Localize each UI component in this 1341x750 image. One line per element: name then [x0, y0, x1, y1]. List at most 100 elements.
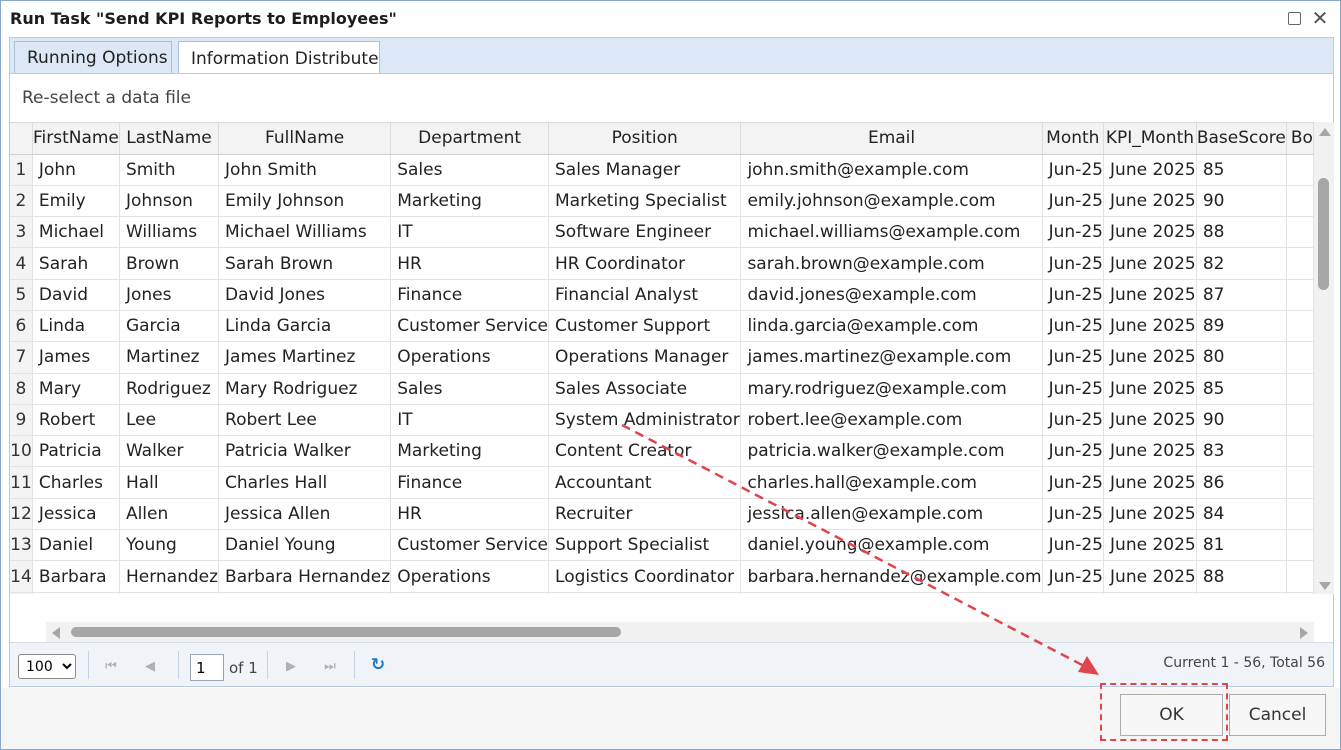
previous-page-button[interactable]: ◀	[139, 655, 161, 677]
table-cell[interactable]: Daniel Young	[218, 529, 392, 562]
table-cell[interactable]: james.martinez@example.com	[740, 341, 1043, 374]
table-cell[interactable]: john.smith@example.com	[740, 154, 1043, 186]
table-cell[interactable]: Customer Service	[390, 529, 550, 562]
table-cell[interactable]: Linda	[32, 310, 120, 343]
table-cell[interactable]	[1286, 466, 1314, 499]
table-cell[interactable]: Jun-25	[1042, 279, 1105, 311]
table-cell[interactable]: Jun-25	[1042, 498, 1105, 531]
cancel-button[interactable]: Cancel	[1229, 694, 1326, 736]
table-cell[interactable]: Martinez	[119, 341, 220, 374]
table-cell[interactable]: Hernandez	[119, 560, 220, 593]
table-cell[interactable]: Customer Support	[548, 310, 742, 343]
table-cell[interactable]: June 2025	[1103, 592, 1197, 594]
table-cell[interactable]: Patricia Walker	[218, 435, 392, 468]
table-cell[interactable]: Jun-25	[1042, 185, 1105, 218]
table-cell[interactable]: Robert Lee	[218, 404, 392, 437]
table-row[interactable]: 8 Mary Rodriguez Mary Rodriguez Sales Sales A…	[10, 373, 1314, 405]
table-cell[interactable]: HR Coordinator	[548, 247, 742, 280]
table-cell[interactable]: Jun-25	[1042, 466, 1105, 499]
table-cell[interactable]: HR	[390, 498, 550, 531]
table-cell[interactable]	[1286, 310, 1314, 343]
table-cell[interactable]: Young	[119, 529, 220, 562]
table-cell[interactable]	[1286, 247, 1314, 280]
table-cell[interactable]: Financial Analyst	[548, 279, 742, 311]
table-cell[interactable]: Emily	[32, 185, 120, 218]
column-header[interactable]: Position	[548, 123, 742, 155]
table-cell[interactable]: Smith	[119, 154, 220, 186]
table-cell[interactable]: Accountant	[548, 466, 742, 499]
table-cell[interactable]	[1286, 592, 1314, 594]
table-cell[interactable]: Account Executive	[548, 592, 742, 594]
refresh-button[interactable]: ↻	[367, 654, 389, 676]
table-cell[interactable]: Walker	[119, 435, 220, 468]
table-cell[interactable]: robert.lee@example.com	[740, 404, 1043, 437]
table-cell[interactable]: June 2025	[1103, 341, 1197, 374]
table-row[interactable]: 12 Jessica Allen Jessica Allen HR Recruiter je…	[10, 498, 1314, 531]
table-cell[interactable]: Linda Garcia	[218, 310, 392, 343]
column-header[interactable]: KPI_Month	[1103, 123, 1197, 155]
page-size-select[interactable]: 100	[18, 654, 76, 679]
table-cell[interactable]: Brown	[119, 247, 220, 280]
vertical-scrollbar[interactable]	[1314, 122, 1334, 594]
close-button[interactable]: ✕	[1309, 6, 1331, 30]
table-cell[interactable]: 85	[1196, 154, 1287, 186]
table-row[interactable]: 13 Daniel Young Daniel Young Customer Servic…	[10, 529, 1314, 562]
table-cell[interactable]: Jun-25	[1042, 310, 1105, 343]
table-cell[interactable]: Operations Manager	[548, 341, 742, 374]
page-number-input[interactable]	[190, 654, 224, 681]
last-page-button[interactable]: ⏭	[319, 655, 341, 677]
table-cell[interactable]	[1286, 185, 1314, 218]
table-cell[interactable]: June 2025	[1103, 404, 1197, 437]
first-page-button[interactable]: ⏮	[100, 655, 122, 677]
table-cell[interactable]: IT	[390, 404, 550, 437]
table-cell[interactable]: Barbara Hernandez	[218, 560, 392, 593]
table-row[interactable]: 9 Robert Lee Robert Lee IT System Administrat…	[10, 404, 1314, 437]
table-cell[interactable]: Mary Rodriguez	[218, 373, 392, 405]
table-cell[interactable]: david.jones@example.com	[740, 279, 1043, 311]
table-cell[interactable]: daniel.young@example.com	[740, 529, 1043, 562]
table-cell[interactable]: June 2025	[1103, 247, 1197, 280]
table-cell[interactable]: Marketing	[390, 435, 550, 468]
scroll-down-icon[interactable]	[1319, 582, 1331, 590]
table-cell[interactable]: Customer Service	[390, 310, 550, 343]
table-cell[interactable]: Charles	[32, 466, 120, 499]
table-cell[interactable]: June 2025	[1103, 466, 1197, 499]
table-cell[interactable]: 86	[1196, 466, 1287, 499]
table-cell[interactable]: 82	[1196, 247, 1287, 280]
table-cell[interactable]: Garcia	[119, 310, 220, 343]
column-header[interactable]: FirstName	[32, 123, 120, 155]
table-cell[interactable]: Sales	[390, 154, 550, 186]
table-cell[interactable]: 85	[1196, 373, 1287, 405]
table-cell[interactable]: 87	[1196, 279, 1287, 311]
table-cell[interactable]	[1286, 341, 1314, 374]
table-cell[interactable]: HR	[390, 247, 550, 280]
table-row[interactable]: 7 James Martinez James Martinez Operations Op…	[10, 341, 1314, 374]
table-cell[interactable]: Content Creator	[548, 435, 742, 468]
table-cell[interactable]: David	[32, 279, 120, 311]
table-cell[interactable]: King	[119, 592, 220, 594]
table-row[interactable]: 14 Barbara Hernandez Barbara Hernandez Opera…	[10, 560, 1314, 593]
table-cell[interactable]: sarah.brown@example.com	[740, 247, 1043, 280]
table-cell[interactable]: Rodriguez	[119, 373, 220, 405]
table-cell[interactable]: 88	[1196, 216, 1287, 249]
column-header[interactable]: Department	[390, 123, 550, 155]
table-cell[interactable]: Jun-25	[1042, 404, 1105, 437]
column-header[interactable]: FullName	[218, 123, 392, 155]
table-cell[interactable]: June 2025	[1103, 185, 1197, 218]
column-header[interactable]: Month	[1042, 123, 1105, 155]
table-cell[interactable]: Logistics Coordinator	[548, 560, 742, 593]
table-cell[interactable]	[1286, 279, 1314, 311]
table-cell[interactable]: Jun-25	[1042, 373, 1105, 405]
table-cell[interactable]: Paul King	[218, 592, 392, 594]
table-cell[interactable]: Michael Williams	[218, 216, 392, 249]
table-cell[interactable]: June 2025	[1103, 279, 1197, 311]
table-row[interactable]: 4 Sarah Brown Sarah Brown HR HR Coordinator sa…	[10, 247, 1314, 280]
table-cell[interactable]: Johnson	[119, 185, 220, 218]
table-cell[interactable]: Paul	[32, 592, 120, 594]
table-cell[interactable]: Emily Johnson	[218, 185, 392, 218]
table-cell[interactable]: Marketing Specialist	[548, 185, 742, 218]
scroll-left-icon[interactable]	[52, 627, 60, 639]
table-cell[interactable]: June 2025	[1103, 498, 1197, 531]
table-cell[interactable]: Sales	[390, 373, 550, 405]
table-cell[interactable]: Jun-25	[1042, 435, 1105, 468]
